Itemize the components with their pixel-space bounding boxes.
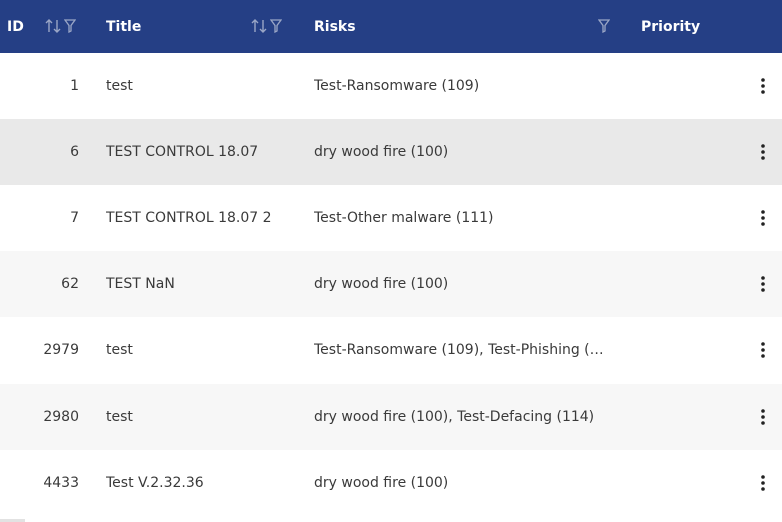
table-row[interactable]: 62 TEST NaN dry wood fire (100) bbox=[0, 251, 782, 317]
cell-id: 2980 bbox=[43, 409, 79, 425]
cell-id: 1 bbox=[70, 78, 79, 94]
more-vertical-icon[interactable] bbox=[761, 409, 765, 425]
table-row[interactable]: 2979 test Test-Ransomware (109), Test-Ph… bbox=[0, 317, 782, 383]
more-vertical-icon[interactable] bbox=[761, 144, 765, 160]
risks-text: dry wood fire (100), Test-Defacing (114) bbox=[314, 409, 595, 425]
more-vertical-icon[interactable] bbox=[761, 276, 765, 292]
risks-text: Test-Other malware (111) bbox=[314, 210, 494, 226]
cell-id: 6 bbox=[70, 144, 79, 160]
column-header-title[interactable]: Title bbox=[106, 0, 141, 53]
cell-id: 2979 bbox=[43, 342, 79, 358]
id-sort-filter[interactable] bbox=[45, 17, 76, 35]
row-menu-button[interactable] bbox=[752, 73, 774, 99]
more-vertical-icon[interactable] bbox=[761, 475, 765, 491]
column-header-priority-label: Priority bbox=[641, 18, 701, 35]
cell-title: TEST CONTROL 18.07 2 bbox=[106, 210, 272, 226]
cell-risks: dry wood fire (100) bbox=[314, 251, 610, 317]
table-row[interactable]: 4433 Test V.2.32.36 dry wood fire (100) bbox=[0, 450, 782, 516]
controls-table: ID Title Risks Priority 1 test Test-Rans… bbox=[0, 0, 782, 522]
sort-icon[interactable] bbox=[251, 18, 268, 34]
filter-icon[interactable] bbox=[598, 19, 610, 33]
column-header-risks-label: Risks bbox=[314, 18, 356, 35]
more-vertical-icon[interactable] bbox=[761, 210, 765, 226]
risks-text: Test-Ransomware (109), Test-Phishing (11… bbox=[314, 342, 610, 358]
cell-id: 62 bbox=[61, 276, 79, 292]
cell-risks: dry wood fire (100) bbox=[314, 450, 610, 516]
row-menu-button[interactable] bbox=[752, 271, 774, 297]
cell-title: test bbox=[106, 342, 133, 358]
cell-title: TEST NaN bbox=[106, 276, 175, 292]
title-sort-filter[interactable] bbox=[251, 17, 282, 35]
column-header-priority[interactable]: Priority bbox=[641, 0, 700, 53]
risks-text: dry wood fire (100) bbox=[314, 475, 449, 491]
cell-risks: dry wood fire (100) bbox=[314, 119, 610, 185]
table-row[interactable]: 6 TEST CONTROL 18.07 dry wood fire (100) bbox=[0, 119, 782, 185]
filter-icon[interactable] bbox=[64, 19, 76, 33]
row-menu-button[interactable] bbox=[752, 337, 774, 363]
risks-filter[interactable] bbox=[598, 17, 610, 35]
cell-title: test bbox=[106, 409, 133, 425]
risks-text: dry wood fire (100) bbox=[314, 144, 449, 160]
cell-title: Test V.2.32.36 bbox=[106, 475, 204, 491]
table-header: ID Title Risks Priority bbox=[0, 0, 782, 53]
sort-icon[interactable] bbox=[45, 18, 62, 34]
cell-id: 4433 bbox=[43, 475, 79, 491]
more-vertical-icon[interactable] bbox=[761, 342, 765, 358]
cell-risks: dry wood fire (100), Test-Defacing (114) bbox=[314, 384, 610, 450]
cell-title: TEST CONTROL 18.07 bbox=[106, 144, 259, 160]
row-menu-button[interactable] bbox=[752, 139, 774, 165]
column-header-id[interactable]: ID bbox=[7, 0, 24, 53]
table-row[interactable]: 7 TEST CONTROL 18.07 2 Test-Other malwar… bbox=[0, 185, 782, 251]
column-header-risks[interactable]: Risks bbox=[314, 0, 356, 53]
cell-risks: Test-Other malware (111) bbox=[314, 185, 610, 251]
filter-icon[interactable] bbox=[270, 19, 282, 33]
column-header-title-label: Title bbox=[106, 18, 142, 35]
row-menu-button[interactable] bbox=[752, 470, 774, 496]
cell-risks: Test-Ransomware (109), Test-Phishing (11… bbox=[314, 317, 610, 383]
table-row[interactable]: 2980 test dry wood fire (100), Test-Defa… bbox=[0, 384, 782, 450]
column-header-id-label: ID bbox=[7, 18, 24, 35]
cell-title: test bbox=[106, 78, 133, 94]
cell-risks: Test-Ransomware (109) bbox=[314, 53, 610, 119]
more-vertical-icon[interactable] bbox=[761, 78, 765, 94]
risks-text: Test-Ransomware (109) bbox=[314, 78, 480, 94]
table-row[interactable]: 1 test Test-Ransomware (109) bbox=[0, 53, 782, 119]
risks-text: dry wood fire (100) bbox=[314, 276, 449, 292]
row-menu-button[interactable] bbox=[752, 205, 774, 231]
cell-id: 7 bbox=[70, 210, 79, 226]
row-menu-button[interactable] bbox=[752, 404, 774, 430]
